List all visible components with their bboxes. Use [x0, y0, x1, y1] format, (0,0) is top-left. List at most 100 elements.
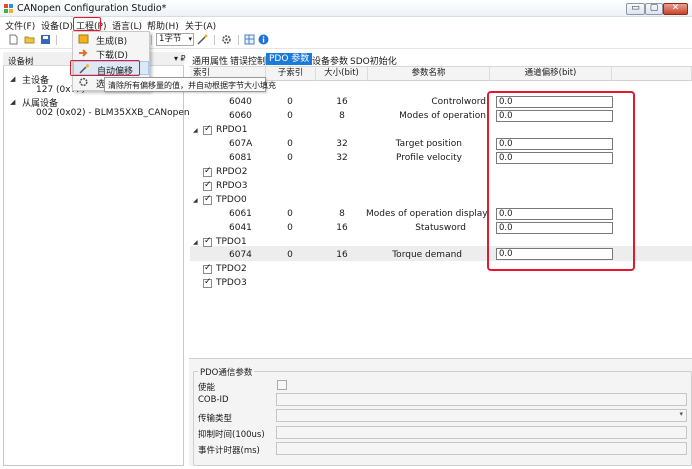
expand-arrow-icon[interactable]: ◢ — [10, 75, 15, 83]
cell-index: 6060 — [229, 111, 252, 121]
pdo-checkbox[interactable]: ✓ — [203, 236, 212, 247]
collapse-arrow-icon[interactable]: ◢ — [193, 197, 198, 204]
pdo-checkbox[interactable]: ✓ — [203, 277, 212, 288]
expand-arrow-icon[interactable]: ◢ — [10, 98, 15, 106]
enable-checkbox[interactable] — [277, 380, 287, 390]
col-header-name[interactable]: 参数名称 — [368, 67, 490, 81]
check-icon: ✓ — [204, 180, 212, 190]
cell-size: 16 — [336, 97, 348, 107]
pdo-checkbox[interactable]: ✓ — [203, 180, 212, 191]
pdo-checkbox[interactable]: ✓ — [203, 124, 212, 135]
maximize-icon: ▢ — [649, 3, 659, 13]
cell-name: Torque demand — [392, 250, 462, 260]
offset-column-highlight — [487, 91, 635, 271]
maximize-button[interactable]: ▢ — [645, 3, 663, 15]
check-icon: ✓ — [204, 263, 212, 273]
col-header-offset[interactable]: 通道偏移(bit) — [490, 67, 612, 81]
pdo-checkbox[interactable]: ✓ — [203, 194, 212, 205]
check-icon: ✓ — [204, 277, 212, 287]
event-timer-field[interactable] — [276, 442, 687, 455]
collapse-arrow-icon[interactable]: ◢ — [193, 127, 198, 134]
cell-name: Target position — [395, 139, 462, 149]
minimize-icon: ▭ — [631, 3, 640, 13]
cell-size: 8 — [339, 111, 345, 121]
menu-project-highlight — [73, 17, 101, 31]
toolbar-separator — [238, 35, 239, 45]
cell-name: Modes of operation display — [366, 209, 488, 219]
col-header-size[interactable]: 大小(bit) — [316, 67, 368, 81]
cell-index: 6074 — [229, 250, 252, 260]
open-folder-icon[interactable] — [24, 34, 35, 45]
tree-slave-node[interactable]: 002 (0x02) - BLM35XXB_CANopen — [36, 108, 190, 118]
cell-name: Controlword — [431, 97, 486, 107]
cell-size: 32 — [336, 139, 348, 149]
cell-subindex: 0 — [287, 139, 293, 149]
pdo-checkbox[interactable]: ✓ — [203, 166, 212, 177]
menu-item-download[interactable]: 下载(D) — [73, 46, 149, 61]
save-icon[interactable] — [40, 34, 51, 45]
cell-size: 16 — [336, 223, 348, 233]
cob-id-field[interactable] — [276, 393, 687, 406]
cell-subindex: 0 — [287, 97, 293, 107]
app-icon — [4, 4, 13, 13]
close-icon: ✕ — [671, 3, 680, 13]
transmission-type-label: 传输类型 — [198, 414, 233, 424]
pdo-group-label: TPDO0 — [216, 195, 247, 205]
cell-name: Profile velocity — [395, 153, 462, 163]
toolbar-separator — [56, 35, 57, 45]
pdo-group-label: RPDO3 — [216, 181, 248, 191]
cell-subindex: 0 — [287, 153, 293, 163]
cell-index: 6041 — [229, 223, 252, 233]
col-header-subindex[interactable]: 子索引 — [266, 67, 316, 81]
toolbar-separator — [151, 35, 152, 45]
collapse-arrow-icon[interactable]: ◢ — [193, 239, 198, 246]
wand-icon[interactable] — [197, 34, 208, 45]
cell-name: Modes of operation — [399, 111, 486, 121]
window-title: CANopen Configuration Studio* — [17, 3, 167, 14]
cob-id-label: COB-ID — [198, 395, 229, 405]
byte-size-value: 1字节 — [159, 34, 182, 44]
inhibit-time-field[interactable] — [276, 426, 687, 439]
cell-size: 8 — [339, 209, 345, 219]
byte-size-combo[interactable]: 1字节 ▾ — [156, 33, 194, 46]
pdo-group-label: TPDO1 — [216, 237, 247, 247]
minimize-button[interactable]: ▭ — [626, 3, 645, 15]
pin-icon[interactable]: ▾ ₽ — [174, 54, 186, 63]
tab-pdo[interactable]: PDO 参数 — [266, 53, 313, 65]
cell-name: Statusword — [415, 223, 466, 233]
chevron-down-icon: ▾ — [188, 35, 192, 43]
menu-item-build[interactable]: 生成(B) — [73, 32, 149, 47]
cell-index: 6081 — [229, 153, 252, 163]
cell-subindex: 0 — [287, 111, 293, 121]
gear-icon[interactable] — [221, 34, 232, 45]
transmission-type-select[interactable]: ▾ — [276, 409, 687, 422]
pdo-params-title: PDO通信参数 — [198, 366, 255, 378]
cell-subindex: 0 — [287, 209, 293, 219]
close-button[interactable]: ✕ — [663, 3, 688, 15]
check-icon: ✓ — [204, 236, 212, 246]
pdo-group-label: TPDO3 — [216, 278, 247, 288]
gear-icon — [79, 77, 88, 87]
cell-size: 32 — [336, 153, 348, 163]
info-icon[interactable] — [258, 34, 269, 45]
cell-subindex: 0 — [287, 223, 293, 233]
check-icon: ✓ — [204, 124, 212, 134]
device-tree-title: 设备树 — [8, 57, 34, 67]
cell-subindex: 0 — [287, 250, 293, 260]
pdo-group-label: TPDO2 — [216, 264, 247, 274]
new-file-icon[interactable] — [8, 34, 19, 45]
cell-index: 6061 — [229, 209, 252, 219]
auto-offset-tooltip: 清除所有偏移量的值，并自动根据字节大小填充 — [104, 77, 276, 92]
download-icon — [79, 49, 88, 57]
auto-offset-highlight — [70, 60, 140, 76]
col-header-spacer — [612, 67, 692, 81]
cell-index: 6040 — [229, 97, 252, 107]
toolbar-separator — [214, 35, 215, 45]
check-icon: ✓ — [204, 166, 212, 176]
grid-settings-icon[interactable] — [244, 34, 255, 45]
inhibit-time-label: 抑制时间(100us) — [198, 430, 265, 440]
build-icon — [78, 34, 89, 44]
cell-index: 607A — [229, 139, 253, 149]
pdo-checkbox[interactable]: ✓ — [203, 263, 212, 274]
pdo-group-label: RPDO1 — [216, 125, 248, 135]
